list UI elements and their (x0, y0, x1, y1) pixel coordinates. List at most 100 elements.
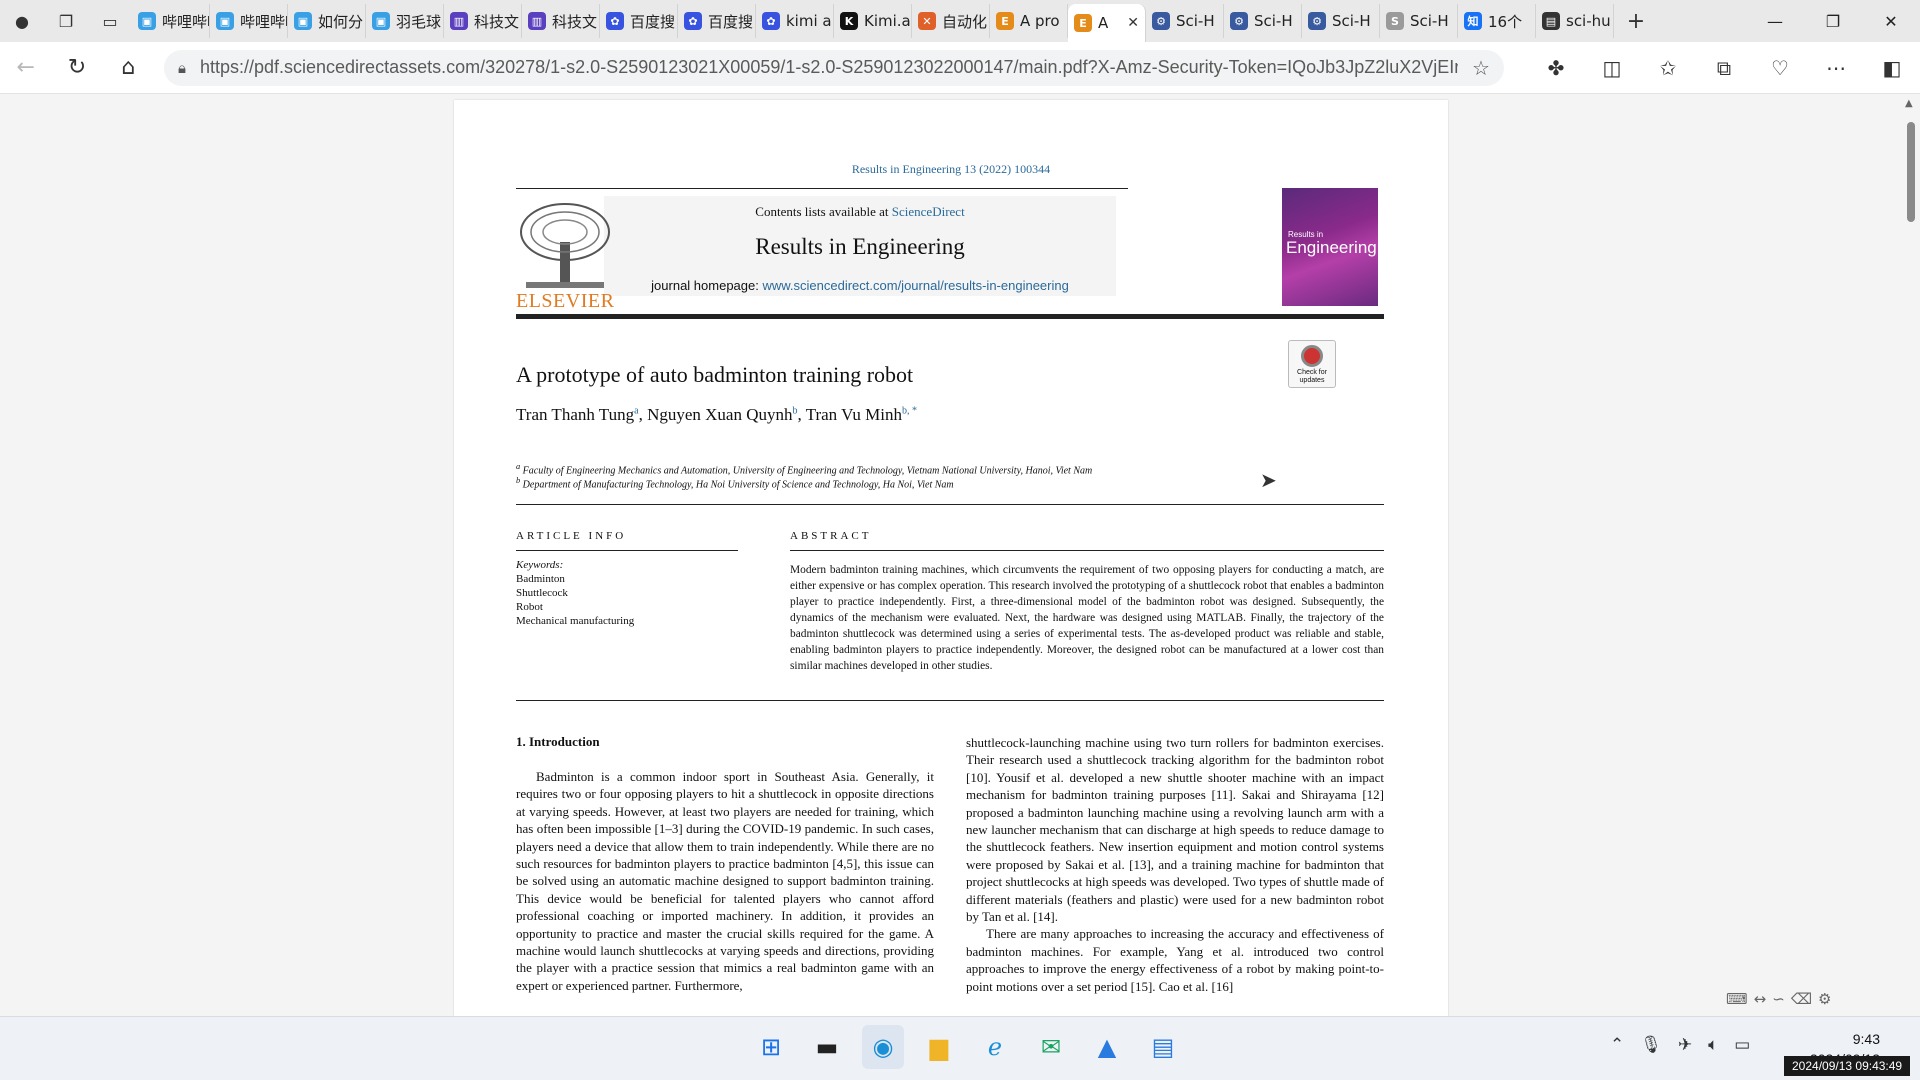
tab-title: Sci-H (1176, 12, 1215, 30)
scroll-up-arrow-icon[interactable]: ▲ (1905, 98, 1913, 109)
journal-cover-image: Results in Engineering (1282, 188, 1378, 306)
favorites-icon[interactable]: ✩ (1640, 42, 1696, 94)
affiliation-marker: a (516, 462, 521, 471)
more-menu-icon[interactable]: ⋯ (1808, 42, 1864, 94)
abstract-rule (790, 550, 1384, 551)
browser-tab[interactable]: ⚙ Sci-H (1302, 4, 1380, 38)
author-affil-ref[interactable]: b (792, 405, 797, 416)
extensions-icon[interactable]: ✤ (1528, 42, 1584, 94)
mail-icon[interactable]: ✉ (1030, 1025, 1072, 1069)
browser-tab[interactable]: ✿ 百度搜 (678, 4, 756, 38)
system-tray: ⌃ 🎙︎ ✈ 🔈︎ ▭ (1610, 1035, 1750, 1055)
sciencedirect-link[interactable]: ScienceDirect (892, 204, 965, 219)
notepad-icon[interactable]: ▤ (1142, 1025, 1184, 1069)
article-info-rule (516, 550, 738, 551)
ime-punct-icon[interactable]: ∽ (1772, 990, 1785, 1008)
close-window-button[interactable]: ✕ (1862, 0, 1920, 42)
ime-symbol-icon[interactable]: ⌫ (1791, 990, 1812, 1008)
keywords-block: Keywords: Badminton Shuttlecock Robot Me… (516, 558, 634, 628)
ime-keyboard-icon[interactable]: ⌨ (1726, 990, 1748, 1008)
file-explorer-icon[interactable]: ▆ (918, 1025, 960, 1069)
url-text[interactable]: https://pdf.sciencedirectassets.com/3202… (200, 57, 1458, 78)
scihub-icon: S (1386, 12, 1404, 30)
sidebar-toggle-icon[interactable]: ◧ (1864, 42, 1920, 94)
window-controls: — ❐ ✕ (1746, 0, 1920, 42)
airplane-mode-icon[interactable]: ✈ (1678, 1035, 1692, 1055)
keyword: Robot (516, 601, 543, 613)
browser-tab[interactable]: ▥ 科技文 (444, 4, 522, 38)
body-paragraph: shuttlecock-launching machine using two … (966, 735, 1384, 925)
browser-tab[interactable]: ▣ 哔哩哔哩 (132, 4, 210, 38)
browser-tab[interactable]: ✿ 百度搜 (600, 4, 678, 38)
browser-tab[interactable]: ✕ 自动化 (912, 4, 990, 38)
close-tab-icon[interactable]: ✕ (1127, 15, 1139, 31)
screen: ● ❐ ▭ ▣ 哔哩哔哩 ▣ 哔哩哔哩 ▣ 如何分 ▣ 羽毛球 ▥ 科技文 ▥ 科技文 ✿ 百度搜 ✿ 百度搜… (0, 0, 1920, 1080)
edge-legacy-icon[interactable]: ℯ (974, 1025, 1016, 1069)
task-view-icon[interactable]: ▬ (806, 1025, 848, 1069)
browser-tab[interactable]: ▥ 科技文 (522, 4, 600, 38)
home-button[interactable]: ⌂ (103, 42, 154, 94)
bilibili-icon: ▣ (372, 12, 390, 30)
volume-icon[interactable]: 🔈︎ (1708, 1035, 1718, 1055)
affiliation-rule (516, 504, 1384, 505)
battery-icon[interactable]: ▭ (1734, 1035, 1750, 1055)
check-for-updates-badge[interactable]: Check for updates (1288, 340, 1336, 388)
browser-tab[interactable]: ✿ kimi ai (756, 4, 834, 38)
article-title: A prototype of auto badminton training r… (516, 362, 914, 387)
split-screen-icon[interactable]: ◫ (1584, 42, 1640, 94)
address-bar[interactable]: 🔒︎ https://pdf.sciencedirectassets.com/3… (163, 49, 1504, 86)
browser-tab[interactable]: 知 16个 (1458, 4, 1536, 38)
profile-icon[interactable]: ● (0, 0, 44, 42)
minimize-button[interactable]: — (1746, 0, 1804, 42)
pdf-page: Results in Engineering 13 (2022) 100344 … (454, 100, 1448, 1060)
browser-tab[interactable]: ⚙ Sci-H (1146, 4, 1224, 38)
journal-citation[interactable]: Results in Engineering 13 (2022) 100344 (454, 162, 1448, 177)
bilibili-icon: ▣ (138, 12, 156, 30)
tab-title: Sci-H (1332, 12, 1371, 30)
ime-settings-icon[interactable]: ⚙ (1818, 990, 1831, 1008)
affiliation-text: Faculty of Engineering Mechanics and Aut… (522, 465, 1093, 477)
new-tab-button[interactable]: + (1614, 0, 1658, 42)
edge-icon[interactable]: ◉ (862, 1025, 904, 1069)
start-icon[interactable]: ⊞ (750, 1025, 792, 1069)
tab-title: 哔哩哔哩 (240, 12, 287, 31)
homepage-link[interactable]: www.sciencedirect.com/journal/results-in… (762, 278, 1068, 293)
body-paragraph: There are many approaches to increasing … (966, 926, 1384, 994)
browser-essentials-icon[interactable]: ♡ (1752, 42, 1808, 94)
tab-title: 16个 (1488, 12, 1523, 31)
collections-icon[interactable]: ⧉ (1696, 42, 1752, 94)
browser-tab[interactable]: ▣ 哔哩哔哩 (210, 4, 288, 38)
refresh-button[interactable]: ↻ (51, 42, 102, 94)
abstract-heading: ABSTRACT (790, 530, 872, 542)
pdf-viewer[interactable]: Results in Engineering 13 (2022) 100344 … (0, 94, 1920, 1060)
browser-tab[interactable]: ▣ 羽毛球 (366, 4, 444, 38)
tab-title: 如何分 (318, 12, 364, 31)
contents-line: Contents lists available at ScienceDirec… (604, 204, 1116, 220)
author-affil-ref[interactable]: b, * (902, 405, 917, 416)
browser-tab[interactable]: S Sci-H (1380, 4, 1458, 38)
abstract-text: Modern badminton training machines, whic… (790, 564, 1384, 672)
vertical-scrollbar[interactable]: ▲ (1902, 94, 1920, 1016)
photos-icon[interactable]: ▲ (1086, 1025, 1128, 1069)
body-column-left: Badminton is a common indoor sport in So… (516, 768, 934, 994)
tab-actions-icon[interactable]: ▭ (88, 0, 132, 42)
browser-tab[interactable]: E A ✕ (1068, 4, 1146, 42)
browser-tab[interactable]: ▣ 如何分 (288, 4, 366, 38)
tab-title: 哔哩哔哩 (162, 12, 209, 31)
affiliation-text: Department of Manufacturing Technology, … (522, 479, 954, 491)
author-affil-ref[interactable]: a (634, 405, 638, 416)
browser-tab[interactable]: K Kimi.ai (834, 4, 912, 38)
scrollbar-thumb[interactable] (1907, 122, 1915, 222)
restore-button[interactable]: ❐ (1804, 0, 1862, 42)
lock-icon[interactable]: 🔒︎ (178, 59, 186, 77)
back-button[interactable]: ← (0, 42, 51, 94)
favorite-star-icon[interactable]: ☆ (1472, 56, 1490, 80)
journal-name: Results in Engineering (755, 234, 965, 259)
microphone-icon[interactable]: 🎙︎ (1640, 1035, 1662, 1055)
browser-tab[interactable]: ▤ sci-hu (1536, 4, 1614, 38)
browser-tab[interactable]: E A pro (990, 4, 1068, 38)
workspaces-icon[interactable]: ❐ (44, 0, 88, 42)
browser-tab[interactable]: ⚙ Sci-H (1224, 4, 1302, 38)
ime-mode-icon[interactable]: ↔ (1754, 990, 1767, 1008)
chevron-up-icon[interactable]: ⌃ (1610, 1035, 1624, 1055)
